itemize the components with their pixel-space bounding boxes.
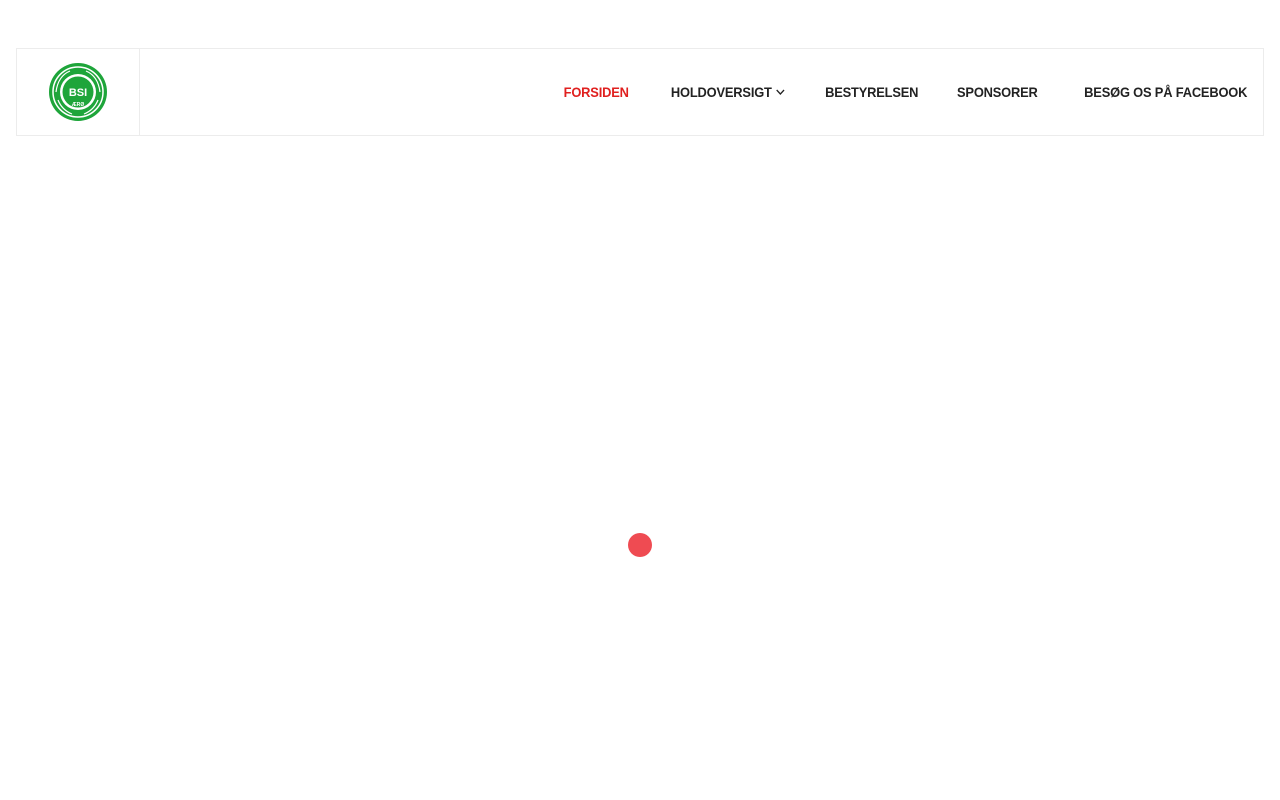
logo-link[interactable]: BSI ÆRØ: [17, 49, 140, 135]
nav-item-sponsorer[interactable]: SPONSORER: [957, 84, 1038, 100]
main-nav: FORSIDEN HOLDOVERSIGT BESTYRELSEN SPONSO…: [526, 49, 1263, 135]
nav-item-label: BESØG OS PÅ FACEBOOK: [1083, 84, 1247, 100]
logo-text-top: BSI: [69, 87, 87, 99]
nav-item-bestyrelsen[interactable]: BESTYRELSEN: [825, 84, 918, 100]
nav-item-label: SPONSORER: [957, 84, 1038, 100]
site-header: BSI ÆRØ FORSIDEN HOLDOVERSIGT BESTYRELSE…: [16, 48, 1264, 136]
nav-item-label: BESTYRELSEN: [824, 84, 919, 100]
nav-item-facebook[interactable]: BESØG OS PÅ FACEBOOK: [1084, 84, 1247, 100]
nav-item-label: FORSIDEN: [564, 84, 630, 100]
nav-item-holdoversigt[interactable]: HOLDOVERSIGT: [671, 84, 785, 100]
nav-item-forsiden[interactable]: FORSIDEN: [564, 84, 629, 100]
logo-text-bottom: ÆRØ: [72, 102, 85, 108]
loading-spinner-icon: [628, 533, 652, 557]
club-crest-icon: BSI ÆRØ: [49, 63, 107, 121]
chevron-down-icon: [776, 89, 785, 95]
nav-item-label: HOLDOVERSIGT: [671, 84, 772, 100]
